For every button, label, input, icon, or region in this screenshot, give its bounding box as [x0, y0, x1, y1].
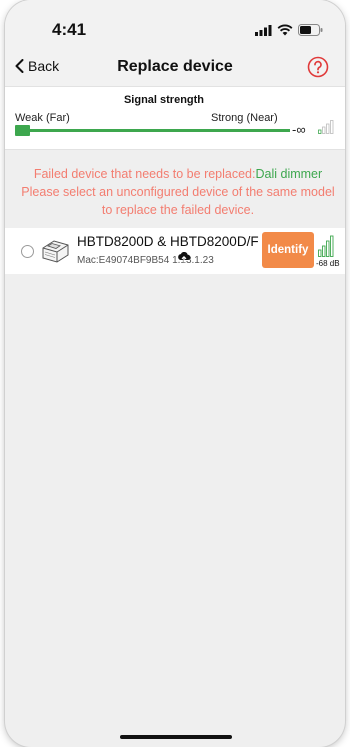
signal-slider-handle[interactable] — [15, 125, 30, 136]
phone-screen: 4:41 Back Replace device Signal strength… — [5, 0, 345, 747]
instruction-text: Please select an unconfigured device of … — [21, 185, 335, 217]
signal-bars-icon — [318, 120, 334, 134]
signal-weak-label: Weak (Far) — [15, 112, 70, 124]
nav-bar: Back Replace device — [5, 50, 345, 86]
signal-min-symbol: -∞ — [292, 122, 306, 137]
replace-instruction-message: Failed device that needs to be replaced:… — [19, 165, 337, 219]
status-time: 4:41 — [52, 20, 87, 39]
question-circle-icon[interactable] — [307, 56, 329, 78]
device-mac: Mac:E49074BF9B54 — [77, 255, 170, 266]
signal-strong-label: Strong (Near) — [211, 112, 278, 124]
home-indicator[interactable] — [120, 735, 232, 739]
failed-device-prefix: Failed device that needs to be replaced: — [33, 167, 256, 181]
device-list-item[interactable]: HBTD8200D & HBTD8200D/F Mac:E49074BF9B54… — [5, 228, 345, 274]
device-mac-version: Mac:E49074BF9B54 1.13.1.23 — [77, 255, 214, 266]
device-module-icon — [42, 240, 69, 263]
cellular-signal-icon — [255, 24, 272, 36]
cloud-upload-icon — [178, 252, 191, 263]
chevron-left-icon — [15, 59, 24, 73]
status-bar: 4:41 — [5, 0, 345, 50]
battery-icon — [298, 24, 323, 36]
device-signal-bars-icon — [318, 235, 334, 257]
identify-button[interactable]: Identify — [262, 232, 314, 268]
signal-slider-track[interactable] — [15, 129, 290, 132]
failed-device-name: Dali dimmer — [255, 167, 323, 181]
device-select-radio[interactable] — [21, 245, 34, 258]
back-label: Back — [28, 58, 60, 74]
device-name: HBTD8200D & HBTD8200D/F — [77, 234, 259, 249]
back-button[interactable]: Back — [15, 58, 59, 74]
device-rssi: -68 dB — [316, 259, 340, 268]
wifi-icon — [277, 24, 293, 36]
signal-strength-title: Signal strength — [123, 94, 205, 106]
status-icons — [255, 24, 323, 36]
signal-strength-panel: Signal strength Weak (Far) Strong (Near)… — [5, 86, 345, 150]
